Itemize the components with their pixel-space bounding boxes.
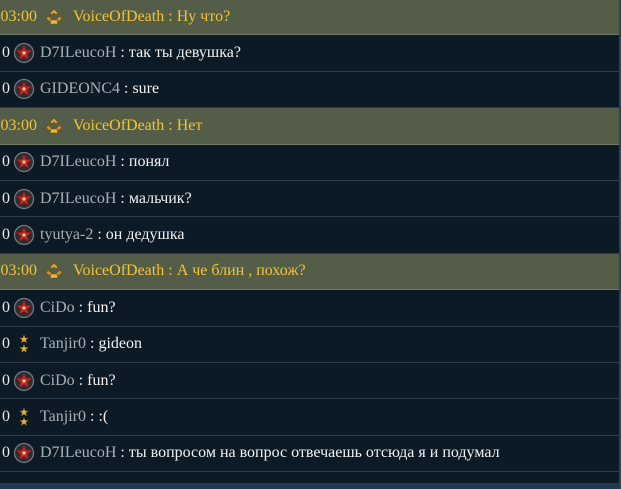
gold-stars-icon xyxy=(13,406,35,428)
message-separator: : xyxy=(93,226,106,244)
rank-gold-icon xyxy=(43,260,65,282)
chat-message: 0 GIDEONC4 : sure xyxy=(0,71,621,109)
rank-gold-icon xyxy=(43,6,65,28)
message-timestamp: 0 xyxy=(2,44,10,62)
message-text: gideon xyxy=(98,335,142,353)
chat-message: 0 CiDo : fun? xyxy=(0,362,621,400)
message-username[interactable]: VoiceOfDeath xyxy=(73,262,164,280)
message-text: sure xyxy=(132,80,160,98)
message-username[interactable]: CiDo xyxy=(40,372,75,390)
message-text: Нет xyxy=(176,116,203,134)
message-timestamp: 0 xyxy=(2,80,10,98)
message-username[interactable]: D7ILeucoH xyxy=(40,153,116,171)
message-separator: : xyxy=(85,335,99,353)
red-star-icon xyxy=(13,370,35,392)
message-separator: : xyxy=(164,262,177,280)
message-text: fun? xyxy=(87,298,116,316)
red-star-icon xyxy=(13,188,35,210)
chat-log: 03:00 VoiceOfDeath : Ну что? 0 D7ILeucoH … xyxy=(0,0,621,483)
message-username[interactable]: Tanjir0 xyxy=(40,408,86,426)
message-text: :( xyxy=(98,407,109,425)
message-text: так ты девушка? xyxy=(128,44,241,62)
message-username[interactable]: VoiceOfDeath xyxy=(73,8,164,26)
message-text: мальчик? xyxy=(128,189,192,207)
message-timestamp: 0 xyxy=(2,335,10,353)
chat-message: 0 Tanjir0 : :( xyxy=(0,399,621,436)
chat-message-highlighted: 03:00 VoiceOfDeath : Нет xyxy=(0,108,621,145)
chat-message: 0 D7ILeucoH : понял xyxy=(0,144,621,181)
red-star-icon xyxy=(13,78,35,100)
message-username[interactable]: GIDEONC4 xyxy=(40,80,120,98)
red-star-icon xyxy=(13,42,35,64)
message-username[interactable]: CiDo xyxy=(40,299,75,317)
gold-stars-icon xyxy=(13,333,35,355)
message-separator: : xyxy=(164,7,177,25)
red-star-icon xyxy=(13,151,35,173)
chat-input-strip[interactable] xyxy=(0,483,621,489)
message-separator: : xyxy=(116,153,129,171)
chat-message: 0 CiDo : fun? xyxy=(0,290,621,327)
chat-message: 0 tyutya-2 : он дедушка xyxy=(0,217,621,254)
message-timestamp: 0 xyxy=(2,407,10,425)
message-text: понял xyxy=(128,153,170,171)
message-text: А че блин , похож? xyxy=(176,262,306,280)
message-text: fun? xyxy=(87,371,116,389)
message-separator: : xyxy=(74,298,88,316)
chat-message: 0 D7ILeucoH : ты вопросом на вопрос отве… xyxy=(0,435,621,473)
message-separator: : xyxy=(116,44,129,62)
message-separator: : xyxy=(116,444,129,462)
red-star-icon xyxy=(13,297,35,319)
message-timestamp: 0 xyxy=(2,153,10,171)
message-timestamp: 0 xyxy=(2,226,10,244)
message-text: Ну что? xyxy=(176,7,231,25)
message-timestamp: 03:00 xyxy=(0,262,37,280)
rank-gold-icon xyxy=(43,115,65,137)
red-star-icon xyxy=(13,224,35,246)
message-separator: : xyxy=(85,407,99,425)
message-text: ты вопросом на вопрос отвечаешь отсюда я… xyxy=(128,444,500,462)
message-separator: : xyxy=(74,371,88,389)
message-separator: : xyxy=(164,116,177,134)
message-username[interactable]: tyutya-2 xyxy=(40,226,93,244)
message-timestamp: 03:00 xyxy=(0,116,37,134)
chat-message-highlighted: 03:00 VoiceOfDeath : Ну что? xyxy=(0,0,621,36)
red-star-icon xyxy=(13,442,35,464)
message-separator: : xyxy=(116,189,129,207)
message-separator: : xyxy=(120,80,133,98)
chat-message: 0 D7ILeucoH : так ты девушка? xyxy=(0,35,621,72)
message-timestamp: 03:00 xyxy=(0,7,37,25)
message-timestamp: 0 xyxy=(2,444,10,462)
chat-message: 0 D7ILeucoH : мальчик? xyxy=(0,180,621,218)
message-username[interactable]: D7ILeucoH xyxy=(40,44,116,62)
message-text: он дедушка xyxy=(105,226,185,244)
message-timestamp: 0 xyxy=(2,371,10,389)
message-username[interactable]: Tanjir0 xyxy=(40,335,86,353)
message-timestamp: 0 xyxy=(2,298,10,316)
message-username[interactable]: VoiceOfDeath xyxy=(73,117,164,135)
chat-message: 0 Tanjir0 : gideon xyxy=(0,326,621,363)
message-timestamp: 0 xyxy=(2,189,10,207)
message-username[interactable]: D7ILeucoH xyxy=(40,444,116,462)
chat-message-highlighted: 03:00 VoiceOfDeath : А че блин , похож? xyxy=(0,253,621,291)
message-username[interactable]: D7ILeucoH xyxy=(40,190,116,208)
